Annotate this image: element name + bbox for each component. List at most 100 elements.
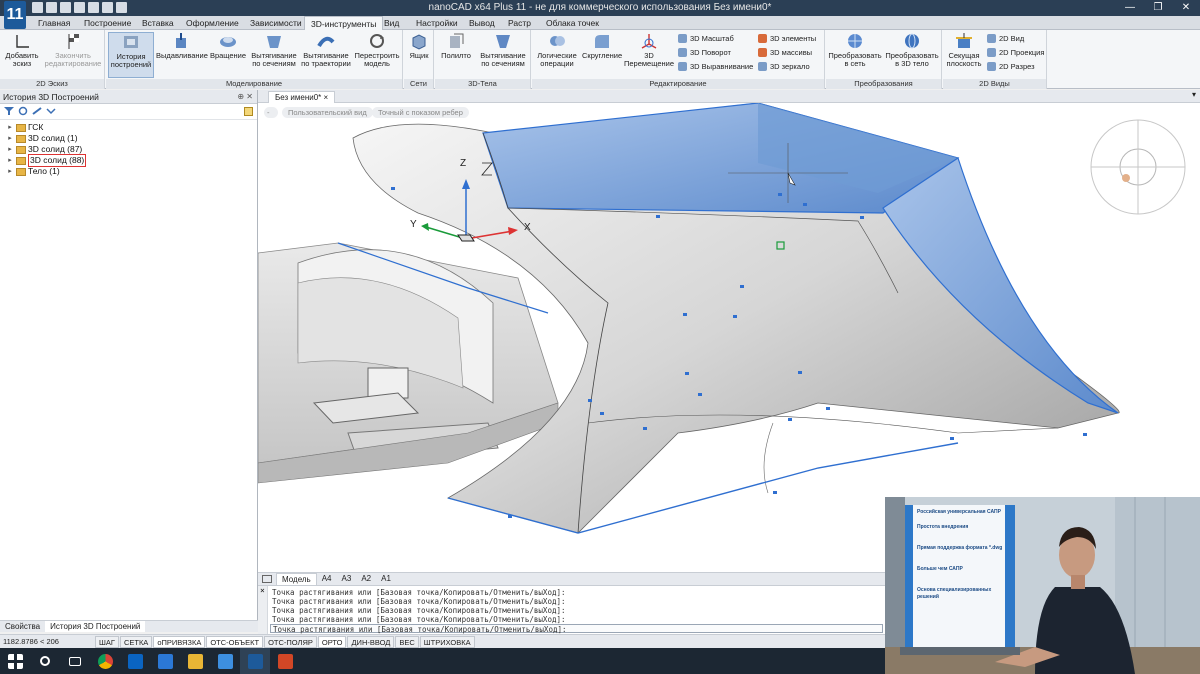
- sweep-button[interactable]: Вытягивание по траектории: [300, 32, 352, 68]
- 2d-projection-item[interactable]: 2D Проекция: [987, 46, 1044, 58]
- tab-a1[interactable]: A1: [376, 573, 396, 585]
- fillet-button[interactable]: Скругление: [582, 32, 622, 60]
- 2d-view-label: 2D Вид: [999, 33, 1025, 43]
- tab-3d-history[interactable]: История 3D Построений: [45, 621, 146, 632]
- tab-settings[interactable]: Настройки: [410, 16, 464, 30]
- box-button[interactable]: Ящик: [405, 32, 433, 60]
- body-loft-button[interactable]: Вытягивание по сечениям: [477, 32, 529, 68]
- loft-button[interactable]: Вытягивание по сечениям: [250, 32, 298, 68]
- panel-pin-icon[interactable]: ⊕ ✕: [237, 90, 253, 104]
- extrude-button[interactable]: Выдавливание: [156, 32, 208, 60]
- 3d-elements-item[interactable]: 3D элементы: [758, 32, 816, 44]
- tab-a4[interactable]: A4: [317, 573, 337, 585]
- document-tab[interactable]: Без имени0* ×: [268, 91, 336, 103]
- poster-line: Российская универсальная САПР: [917, 509, 1001, 515]
- link-icon[interactable]: [32, 106, 42, 116]
- add-sketch-button[interactable]: Добавить эскиз: [2, 32, 42, 68]
- tab-construction[interactable]: Построение: [78, 16, 137, 30]
- tab-insert[interactable]: Вставка: [136, 16, 180, 30]
- task-view-button[interactable]: [60, 648, 90, 674]
- close-command-icon[interactable]: ×: [258, 586, 265, 595]
- toggle-dyn-input[interactable]: ДИН-ВВОД: [347, 635, 395, 648]
- 3d-align-item[interactable]: 3D Выравнивание: [678, 60, 753, 72]
- 2d-section-item[interactable]: 2D Разрез: [987, 60, 1035, 72]
- toggle-grid[interactable]: СЕТКА: [119, 635, 153, 648]
- expand-arrow-icon[interactable]: ▸: [6, 166, 14, 177]
- convert-to-mesh-label: Преобразовать в сеть: [828, 51, 882, 68]
- box-label: Ящик: [409, 51, 429, 60]
- expand-icon[interactable]: [46, 106, 56, 116]
- 3d-move-button[interactable]: 3D Перемещение: [624, 32, 674, 68]
- tab-constraints[interactable]: Зависимости: [244, 16, 308, 30]
- tree-item-solid-1[interactable]: ▸ 3D солид (1): [6, 133, 257, 144]
- tab-view[interactable]: Вид: [378, 16, 405, 30]
- window-title: nanoCAD x64 Plus 11 - не для коммерческо…: [428, 2, 772, 13]
- tree-item-body-1[interactable]: ▸ Тело (1): [6, 166, 257, 177]
- bracket-solid[interactable]: [258, 242, 559, 484]
- close-tab-icon[interactable]: ×: [324, 93, 329, 102]
- taskbar-powerpoint[interactable]: [270, 648, 300, 674]
- history-button[interactable]: История построений: [108, 32, 154, 78]
- toggle-osnap[interactable]: оПРИВЯЗКА: [153, 635, 206, 648]
- taskbar-outlook[interactable]: [120, 648, 150, 674]
- section-plane-button[interactable]: Секущая плоскость: [945, 32, 983, 68]
- app-logo[interactable]: 11: [4, 1, 26, 29]
- layout-icon[interactable]: [262, 575, 272, 583]
- filter-icon[interactable]: [4, 106, 14, 116]
- monitor-icon: [217, 653, 233, 669]
- help-icon[interactable]: [244, 107, 253, 116]
- folder-icon: [187, 653, 203, 669]
- expand-arrow-icon[interactable]: ▸: [6, 133, 14, 144]
- toggle-polar[interactable]: ОТС-ПОЛЯР: [264, 635, 317, 648]
- close-button[interactable]: ✕: [1172, 0, 1200, 16]
- tab-raster[interactable]: Растр: [502, 16, 537, 30]
- tabs-dropdown-icon[interactable]: ▾: [1192, 90, 1196, 99]
- tab-point-clouds[interactable]: Облака точек: [540, 16, 605, 30]
- tab-output[interactable]: Вывод: [463, 16, 501, 30]
- navigation-compass[interactable]: [1090, 119, 1186, 215]
- tab-a3[interactable]: A3: [337, 573, 357, 585]
- maximize-button[interactable]: ❐: [1144, 0, 1172, 16]
- tab-properties[interactable]: Свойства: [0, 621, 45, 632]
- revolve-button[interactable]: Вращение: [208, 32, 248, 60]
- rebuild-button[interactable]: Перестроить модель: [354, 32, 400, 68]
- tab-model[interactable]: Модель: [276, 572, 317, 586]
- 2d-view-item[interactable]: 2D Вид: [987, 32, 1024, 44]
- taskbar-explorer[interactable]: [180, 648, 210, 674]
- expand-arrow-icon[interactable]: ▸: [6, 144, 14, 155]
- convert-to-solid-button[interactable]: Преобразовать в 3D тело: [884, 32, 940, 68]
- toggle-hatch[interactable]: ШТРИХОВКА: [419, 635, 475, 648]
- toggle-snap[interactable]: ШАГ: [95, 635, 119, 648]
- tab-home[interactable]: Главная: [32, 16, 76, 30]
- taskbar-app-monitor[interactable]: [210, 648, 240, 674]
- toggle-ortho[interactable]: ОРТО: [317, 635, 347, 648]
- toggle-lineweight[interactable]: ВЕС: [395, 635, 419, 648]
- expand-arrow-icon[interactable]: ▸: [6, 122, 14, 133]
- start-button[interactable]: [0, 648, 30, 674]
- expand-arrow-icon[interactable]: ▸: [6, 155, 14, 166]
- taskbar-app-blue[interactable]: [150, 648, 180, 674]
- rebuild-icon: [367, 32, 387, 50]
- tree-item-ucs[interactable]: ▸ ГСК: [6, 122, 257, 133]
- minimize-button[interactable]: —: [1116, 0, 1144, 16]
- toggle-otrack[interactable]: ОТС-ОБЪЕКТ: [206, 635, 264, 648]
- polysolid-button[interactable]: Полилто: [437, 32, 475, 60]
- 3d-mirror-item[interactable]: 3D зеркало: [758, 60, 810, 72]
- convert-to-mesh-button[interactable]: Преобразовать в сеть: [828, 32, 882, 68]
- taskbar-nanocad[interactable]: [240, 648, 270, 674]
- finish-edit-button[interactable]: Закончить редактирование: [44, 32, 102, 68]
- command-input[interactable]: Точка растягивания или [Базовая точка/Ко…: [270, 624, 883, 634]
- refresh-icon[interactable]: [18, 106, 28, 116]
- tab-3d-tools[interactable]: 3D-инструменты: [304, 16, 384, 30]
- tab-a2[interactable]: A2: [356, 573, 376, 585]
- taskbar-chrome[interactable]: [90, 648, 120, 674]
- search-button[interactable]: [30, 648, 60, 674]
- 3d-rotate-item[interactable]: 3D Поворот: [678, 46, 731, 58]
- tab-annotation[interactable]: Оформление: [180, 16, 245, 30]
- 3d-arrays-item[interactable]: 3D массивы: [758, 46, 812, 58]
- command-history-line: Точка растягивания или [Базовая точка/Ко…: [272, 615, 566, 624]
- scale-icon: [678, 33, 687, 43]
- boolean-button[interactable]: Логические операции: [534, 32, 580, 68]
- 3d-scale-item[interactable]: 3D Масштаб: [678, 32, 734, 44]
- tree-item-solid-88[interactable]: ▸ 3D солид (88): [6, 154, 257, 167]
